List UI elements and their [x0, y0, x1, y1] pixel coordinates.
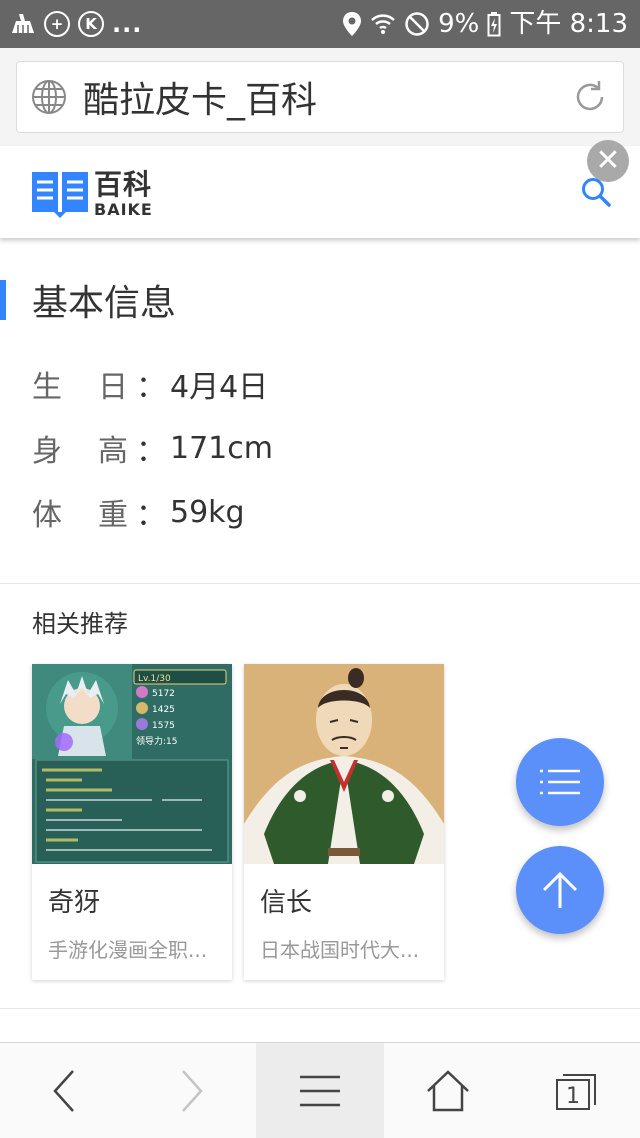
k-circle-icon: K [78, 11, 104, 37]
game-stat-text: 5172 [152, 689, 175, 699]
globe-icon [32, 80, 66, 114]
close-button[interactable]: ✕ [587, 140, 629, 182]
address-bar[interactable]: 酷拉皮卡_百科 [16, 61, 624, 133]
card-image: Lv.1/30 5172 1425 1575 领导力:15 [32, 664, 232, 864]
card-desc: 日本战国时代大... [260, 938, 420, 962]
divider [0, 1008, 640, 1009]
address-bar-area: 酷拉皮卡_百科 [0, 48, 640, 146]
baike-logo[interactable]: 百科 BAIKE [32, 168, 153, 220]
info-value: 171cm [170, 430, 273, 466]
card-name: 信长 [260, 888, 313, 918]
related-card-killua[interactable]: Lv.1/30 5172 1425 1575 领导力:15 奇犽 手游化漫画全职… [32, 664, 232, 980]
info-row-weight: 体 重 ： 59kg [32, 490, 245, 534]
baike-logo-cn: 百科 [94, 167, 153, 201]
portrait-image [244, 664, 444, 864]
baike-logo-text: 百科 BAIKE [94, 167, 153, 219]
status-left: + K ... [10, 10, 142, 38]
menu-icon [300, 1075, 340, 1107]
info-key-char: 体 [32, 498, 62, 533]
catalog-button[interactable] [516, 738, 604, 826]
related-title: 相关推荐 [32, 610, 128, 638]
info-colon: ： [136, 370, 166, 405]
home-button[interactable] [384, 1043, 512, 1138]
info-colon: ： [136, 498, 166, 533]
section-marker [0, 280, 6, 320]
info-key-char: 日 [98, 370, 128, 405]
info-value: 4月4日 [170, 370, 269, 405]
reload-icon[interactable] [571, 78, 609, 116]
info-row-birthday: 生 日 ： 4月4日 [32, 362, 268, 406]
game-level-text: Lv.1/30 [138, 674, 171, 684]
info-key-char: 重 [98, 498, 128, 533]
game-card-image: Lv.1/30 5172 1425 1575 领导力:15 [32, 664, 232, 864]
info-key: 体 重 [32, 490, 128, 534]
add-circle-icon: + [44, 11, 70, 37]
wifi-icon [371, 14, 395, 34]
tabs-count: 1 [566, 1084, 580, 1109]
game-stat-text: 1425 [152, 705, 175, 715]
location-icon [343, 12, 362, 36]
cleaner-icon [12, 14, 34, 33]
forward-button[interactable] [128, 1043, 256, 1138]
more-notifications: ... [112, 10, 143, 38]
info-key-char: 生 [32, 370, 62, 405]
info-key-char: 身 [32, 434, 62, 469]
chevron-left-icon [53, 1070, 74, 1112]
clock: 下午 8:13 [509, 9, 628, 39]
status-bar: + K ... 9% 下午 8:13 [0, 0, 640, 48]
section-title-basic-info: 基本信息 [32, 283, 177, 324]
bottom-toolbar: 1 [0, 1042, 640, 1138]
back-to-top-button[interactable] [516, 846, 604, 934]
card-image [244, 664, 444, 864]
related-card-nobunaga[interactable]: 信长 日本战国时代大... [244, 664, 444, 980]
card-name: 奇犽 [48, 888, 101, 918]
tabs-button[interactable]: 1 [512, 1043, 640, 1138]
game-power-text: 领导力:15 [136, 735, 178, 747]
battery-percent: 9% [438, 9, 480, 39]
battery-icon [487, 12, 501, 37]
back-button[interactable] [0, 1043, 128, 1138]
status-right: 9% 下午 8:13 [342, 11, 628, 37]
book-logo-icon [32, 172, 88, 218]
home-icon [427, 1070, 469, 1112]
info-value: 59kg [170, 494, 245, 530]
card-desc: 手游化漫画全职... [48, 938, 208, 962]
divider [0, 583, 640, 584]
info-key: 身 高 [32, 426, 128, 470]
list-icon [540, 769, 580, 795]
info-row-height: 身 高 ： 171cm [32, 426, 273, 470]
menu-button[interactable] [256, 1043, 384, 1138]
game-stat-text: 1575 [152, 721, 175, 731]
do-not-disturb-icon [405, 12, 429, 36]
page-title[interactable]: 酷拉皮卡_百科 [83, 71, 571, 123]
info-colon: ： [136, 434, 166, 469]
info-key-char: 高 [98, 434, 128, 469]
baike-logo-en: BAIKE [94, 199, 153, 219]
chevron-right-icon [182, 1070, 203, 1112]
tabs-icon: 1 [556, 1074, 596, 1110]
arrow-up-icon [542, 871, 578, 908]
info-key: 生 日 [32, 362, 128, 406]
baike-header: 百科 BAIKE [0, 146, 640, 238]
